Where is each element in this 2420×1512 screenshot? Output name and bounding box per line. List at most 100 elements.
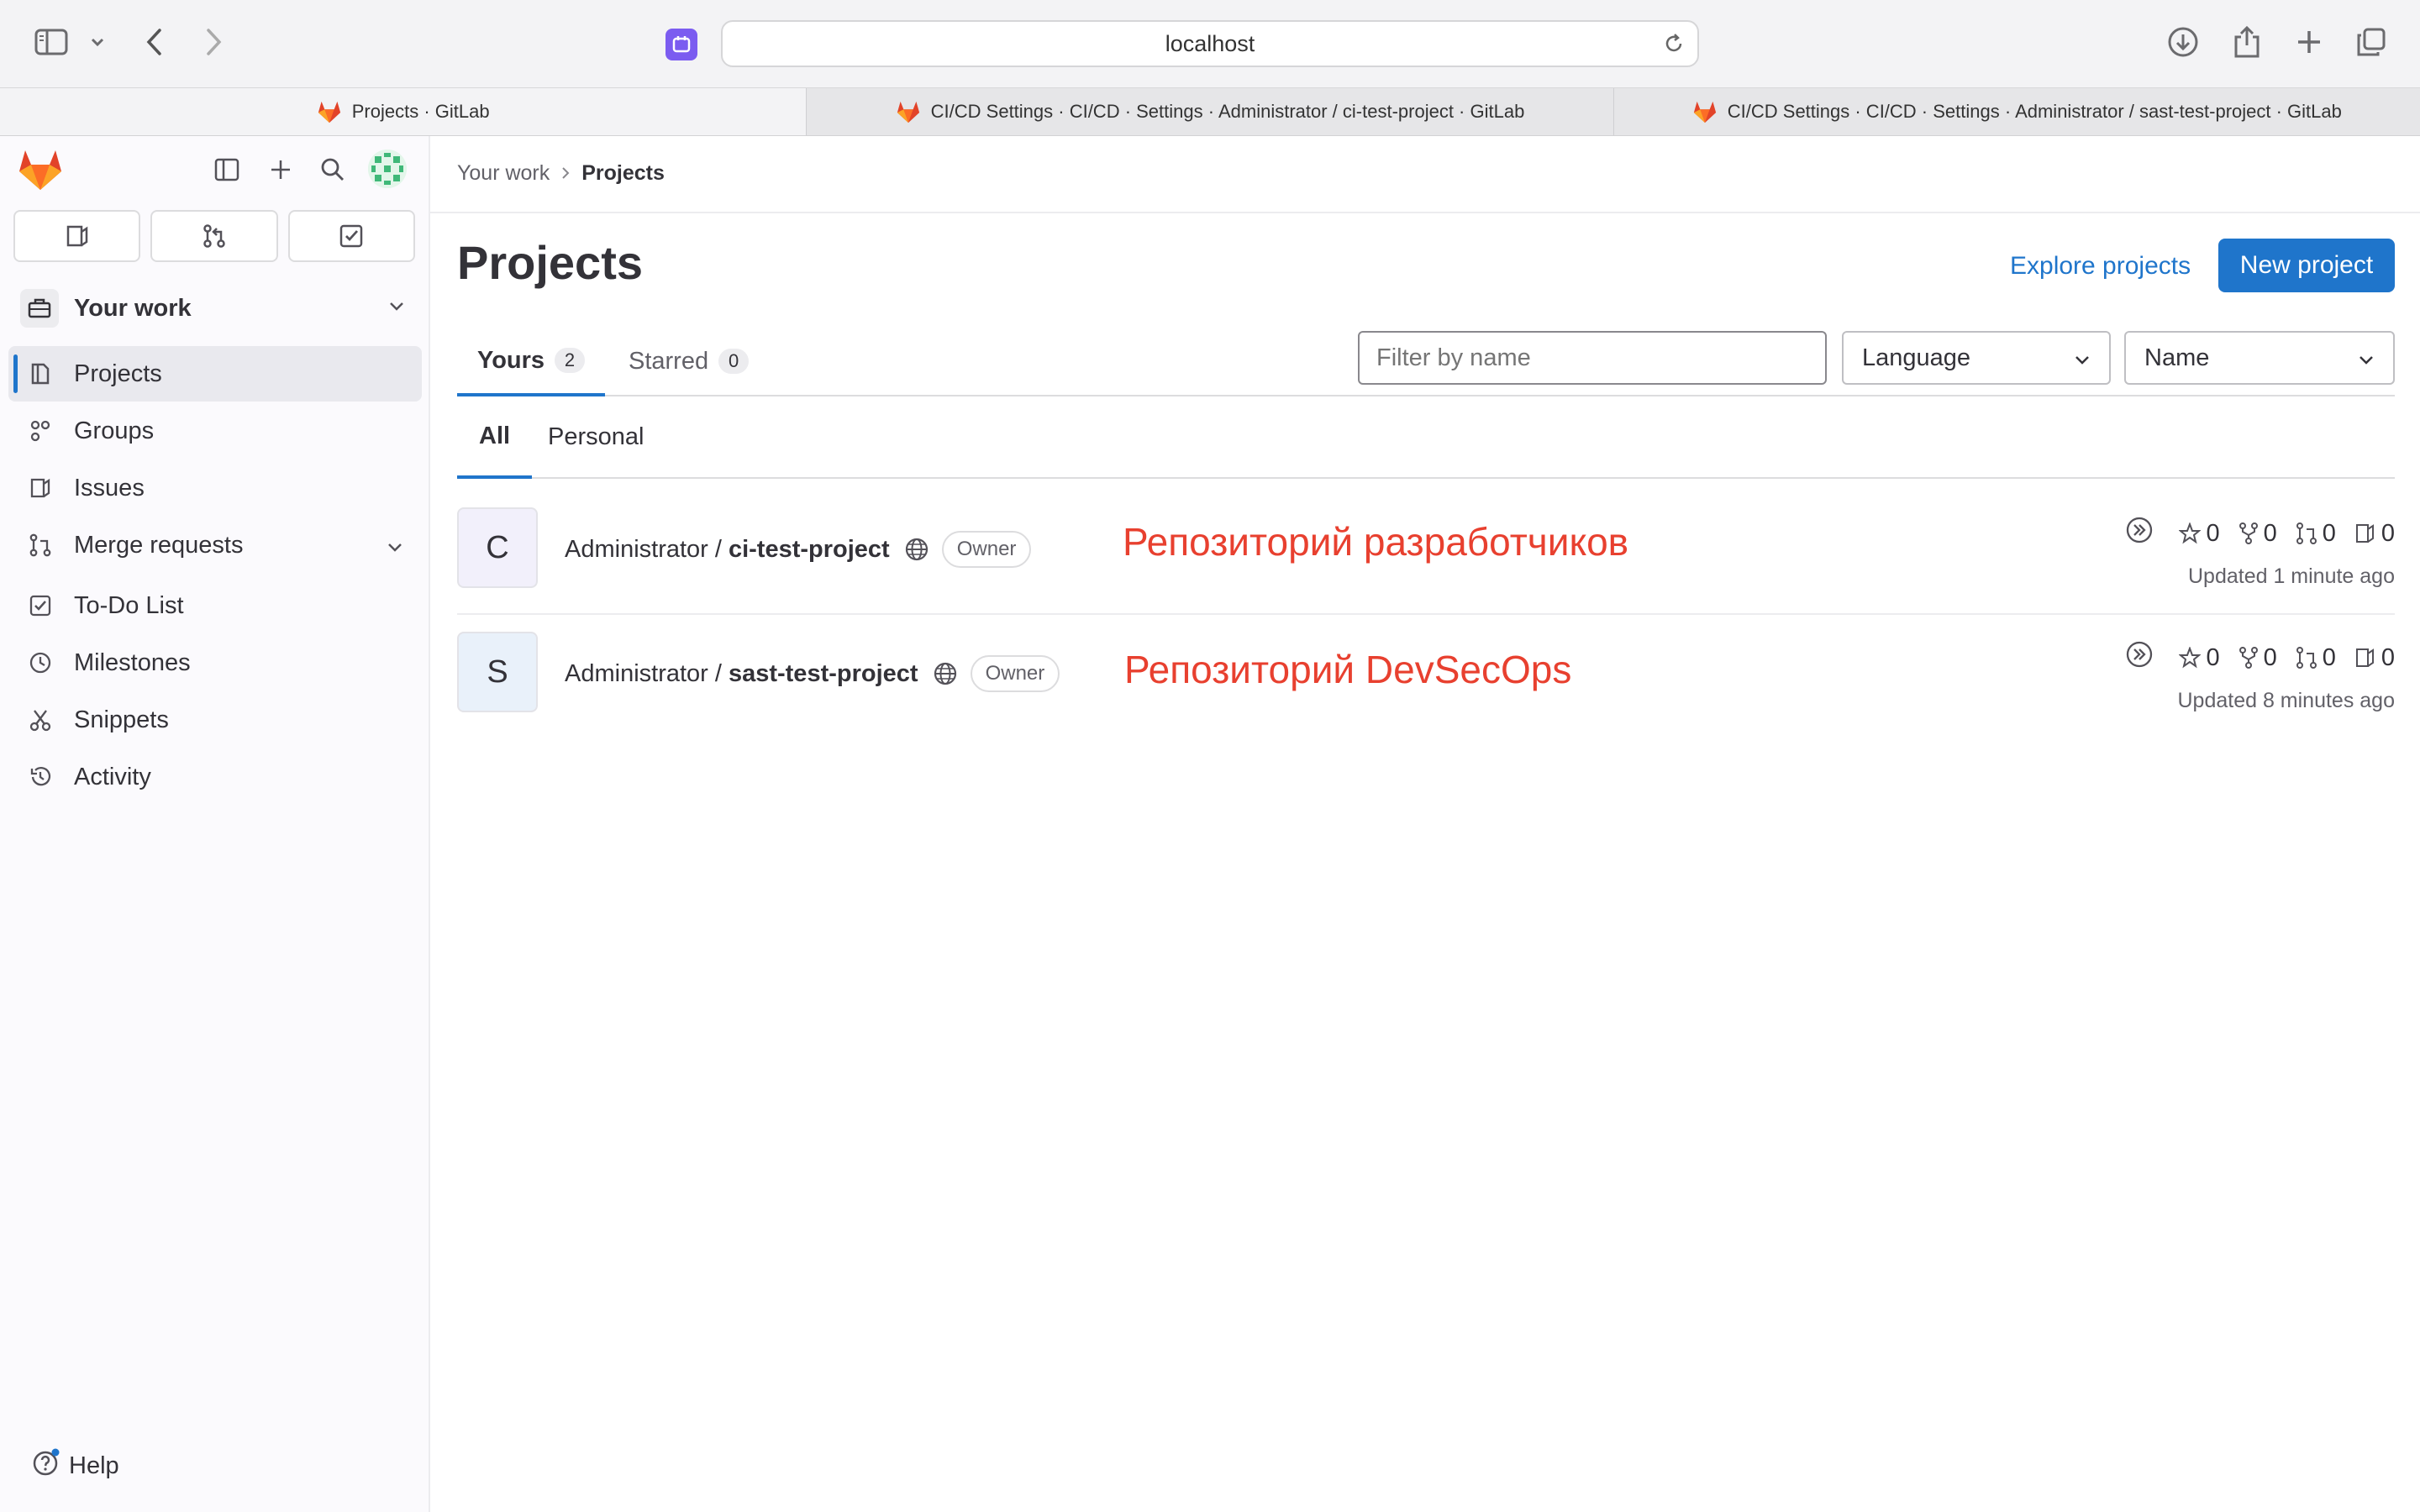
project-name[interactable]: sast-test-project	[729, 660, 918, 688]
share-icon[interactable]	[2230, 24, 2264, 60]
sidebar: Your work Projects Groups Issues Merge r…	[0, 136, 430, 1512]
globe-icon	[903, 536, 930, 563]
sidebar-item-label: To-Do List	[74, 591, 184, 619]
sidebar-item-label: Snippets	[74, 706, 169, 733]
tab-personal[interactable]: Personal	[548, 396, 644, 477]
explore-projects-link[interactable]: Explore projects	[2010, 252, 2191, 281]
project-stats: 0 0 0 0	[2125, 640, 2395, 675]
sidebar-item-milestones[interactable]: Milestones	[8, 635, 422, 690]
issues-icon	[2355, 648, 2374, 667]
sidebar-toggle-icon[interactable]	[32, 25, 71, 59]
context-switcher[interactable]: Your work	[8, 281, 420, 336]
project-namespace[interactable]: Administrator /	[565, 660, 722, 688]
divider	[430, 212, 2420, 213]
project-row[interactable]: C Administrator / ci-test-project Owner …	[457, 492, 2395, 615]
sidebar-item-todo-list[interactable]: To-Do List	[8, 578, 422, 633]
sidebar-item-label: Projects	[74, 360, 162, 387]
project-name[interactable]: ci-test-project	[729, 536, 890, 564]
fork-icon	[2238, 522, 2258, 544]
sort-dropdown[interactable]: Name	[2124, 331, 2395, 385]
gitlab-logo-icon[interactable]	[17, 148, 64, 192]
globe-icon	[932, 660, 959, 687]
chevron-down-icon[interactable]	[87, 32, 108, 52]
breadcrumb-current: Projects	[581, 161, 665, 185]
snippet-icon	[27, 706, 54, 733]
issues-icon	[2355, 524, 2374, 543]
search-icon[interactable]	[314, 151, 351, 188]
sidebar-item-merge-requests[interactable]: Merge requests	[8, 517, 422, 573]
sidebar-item-groups[interactable]: Groups	[8, 403, 422, 459]
sidebar-item-label: Activity	[74, 763, 151, 790]
merge-request-icon	[2296, 647, 2317, 669]
issues-stat[interactable]: 0	[2354, 644, 2395, 672]
project-avatar[interactable]: C	[457, 507, 538, 588]
merge-request-icon	[2296, 522, 2317, 544]
back-icon[interactable]	[139, 25, 170, 59]
tab-yours[interactable]: Yours 2	[457, 328, 606, 396]
project-title: Administrator / sast-test-project Owner	[565, 655, 1060, 692]
pipeline-status-icon[interactable]	[2125, 516, 2154, 551]
issues-shortcut-button[interactable]	[13, 210, 141, 262]
breadcrumb: Your work Projects	[457, 161, 665, 186]
forks-count: 0	[2263, 643, 2277, 671]
sidebar-shortcuts	[13, 210, 415, 262]
sidebar-item-activity[interactable]: Activity	[8, 749, 422, 805]
merge-requests-shortcut-button[interactable]	[150, 210, 278, 262]
new-project-button[interactable]: New project	[2218, 239, 2395, 292]
browser-tab[interactable]: CI/CD Settings · CI/CD · Settings · Admi…	[1612, 88, 2420, 135]
tab-starred[interactable]: Starred 0	[629, 328, 750, 395]
chevron-down-icon	[388, 301, 405, 316]
filter-input[interactable]	[1358, 331, 1827, 385]
merge-requests-stat[interactable]: 0	[2296, 520, 2336, 548]
briefcase-icon	[20, 289, 59, 328]
group-icon	[27, 417, 54, 444]
language-dropdown[interactable]: Language	[1842, 331, 2111, 385]
tab-overview-icon[interactable]	[2354, 25, 2388, 59]
fork-icon	[2238, 647, 2258, 669]
sidebar-item-projects[interactable]: Projects	[8, 346, 422, 402]
stars-stat[interactable]: 0	[2179, 520, 2220, 548]
sidebar-item-label: Groups	[74, 417, 155, 444]
project-title: Administrator / ci-test-project Owner	[565, 531, 1032, 568]
issues-stat[interactable]: 0	[2354, 520, 2395, 548]
sidebar-header	[0, 136, 429, 202]
page-title: Projects	[457, 236, 643, 289]
extension-icon[interactable]	[666, 29, 697, 60]
chevron-down-icon	[2074, 344, 2091, 372]
stars-stat[interactable]: 0	[2179, 644, 2220, 672]
chevron-right-icon	[561, 161, 570, 186]
todo-shortcut-button[interactable]	[287, 210, 415, 262]
address-bar[interactable]: localhost	[721, 20, 1699, 67]
sidebar-collapse-icon[interactable]	[208, 151, 245, 188]
project-stats: 0 0 0 0	[2125, 516, 2395, 551]
pipeline-status-icon[interactable]	[2125, 640, 2154, 675]
sidebar-item-snippets[interactable]: Snippets	[8, 692, 422, 748]
browser-tab[interactable]: CI/CD Settings · CI/CD · Settings · Admi…	[806, 88, 1612, 135]
browser-tab[interactable]: Projects · GitLab	[0, 88, 807, 135]
tab-label: Yours	[477, 346, 545, 374]
plus-icon[interactable]	[262, 151, 299, 188]
merge-requests-stat[interactable]: 0	[2296, 644, 2336, 672]
new-tab-icon[interactable]	[2292, 25, 2326, 59]
gitlab-favicon-icon	[318, 101, 340, 123]
chevron-down-icon[interactable]	[387, 532, 403, 559]
download-icon[interactable]	[2166, 25, 2200, 59]
clock-icon	[27, 649, 54, 676]
project-row[interactable]: S Administrator / sast-test-project Owne…	[457, 617, 2395, 739]
issues-count: 0	[2381, 643, 2395, 671]
forks-stat[interactable]: 0	[2238, 520, 2277, 548]
role-badge: Owner	[970, 655, 1060, 692]
help-button[interactable]: Help	[32, 1448, 119, 1483]
sidebar-item-issues[interactable]: Issues	[8, 460, 422, 516]
url-text: localhost	[1165, 30, 1255, 56]
forks-stat[interactable]: 0	[2238, 644, 2277, 672]
tab-all[interactable]: All	[457, 396, 533, 479]
reload-icon[interactable]	[1662, 32, 1686, 61]
browser-tab-title: Projects · GitLab	[351, 101, 490, 122]
todo-icon	[27, 592, 54, 619]
avatar[interactable]	[368, 150, 407, 188]
forward-icon[interactable]	[198, 25, 229, 59]
breadcrumb-link[interactable]: Your work	[457, 161, 550, 186]
project-avatar[interactable]: S	[457, 632, 538, 712]
project-namespace[interactable]: Administrator /	[565, 536, 722, 564]
